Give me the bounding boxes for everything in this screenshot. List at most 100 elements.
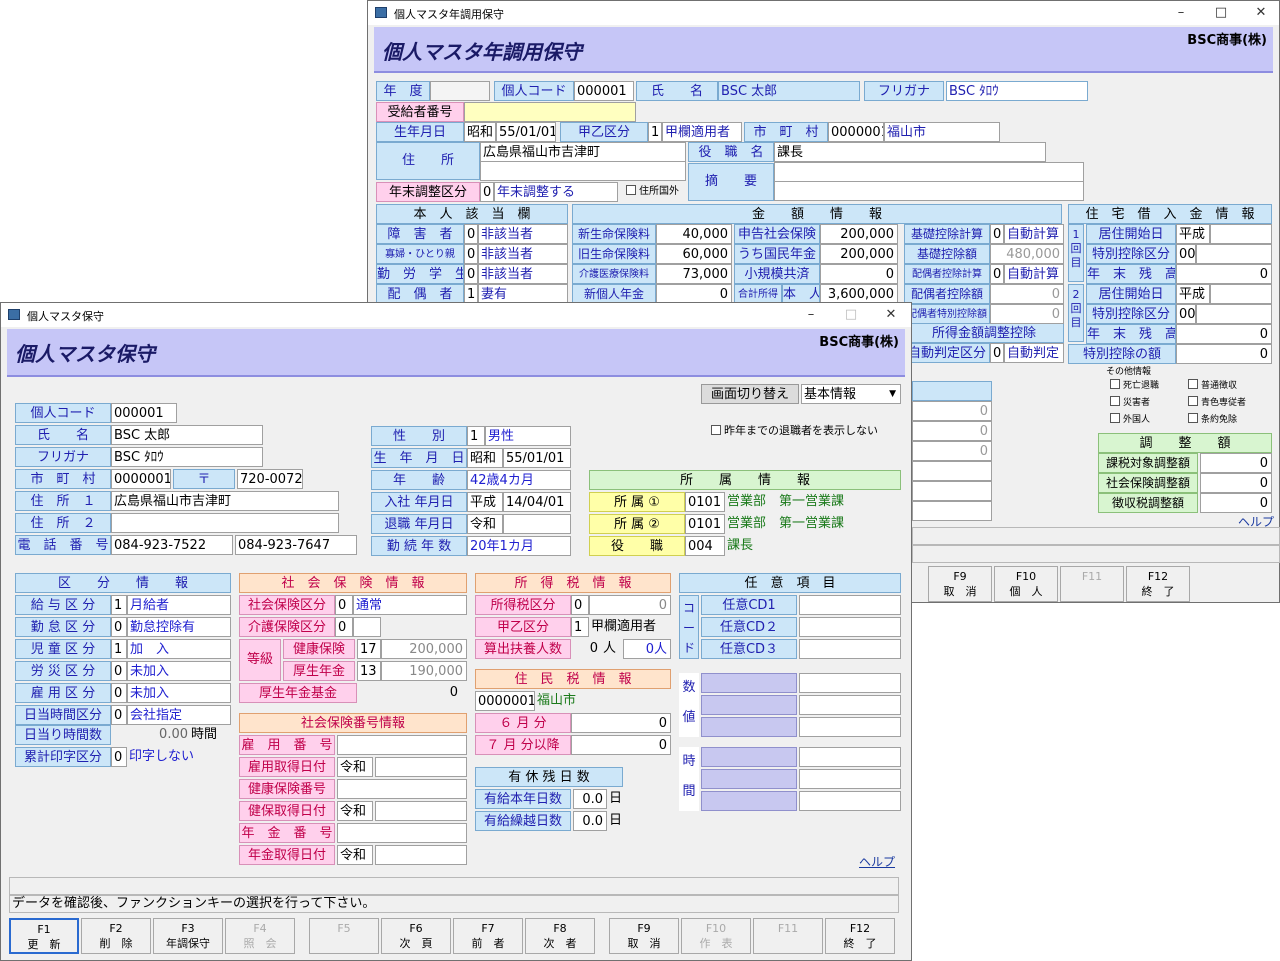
bango-era[interactable]: 令和 — [337, 801, 373, 821]
yakushoku-code[interactable]: 004 — [685, 536, 725, 556]
tekiyo-field-2[interactable] — [774, 181, 1084, 201]
switch-select[interactable]: 基本情報 ▼ — [801, 384, 901, 404]
seinen-era[interactable]: 昭和 — [467, 448, 503, 468]
tel1-field[interactable]: 084-923-7522 — [111, 535, 233, 555]
furigana-field[interactable]: BSC ﾀﾛｳ — [111, 447, 263, 467]
nini-code-value[interactable] — [799, 595, 901, 615]
shi-code[interactable]: 0000001 — [828, 122, 884, 142]
jikan-1[interactable] — [701, 747, 797, 767]
shi-code[interactable]: 0000001 — [111, 469, 171, 489]
jumin6-field[interactable]: 0 — [571, 713, 671, 733]
close-icon[interactable]: ✕ — [1241, 2, 1280, 24]
kingaku-b-value[interactable]: 0 — [820, 264, 898, 284]
kaigo-kubun-num[interactable]: 0 — [335, 617, 353, 637]
suchi-1[interactable] — [701, 673, 797, 693]
kingaku-b-value[interactable]: 200,000 — [820, 224, 898, 244]
fkey-f12[interactable]: F12 終 了 — [1126, 566, 1190, 602]
jikan-3-value[interactable] — [799, 791, 901, 811]
hide-retired-checkbox[interactable]: 昨年までの退職者を表示しない — [711, 421, 897, 441]
shozoku2-code[interactable]: 0101 — [685, 514, 725, 534]
jusho2-field[interactable] — [111, 513, 339, 533]
minimize-icon[interactable]: – — [1161, 2, 1201, 24]
kokugai-checkbox[interactable]: 住所国外 — [626, 182, 706, 202]
seinen-field[interactable]: 55/01/01 — [496, 122, 556, 142]
fkey-f9[interactable]: F9 取 消 — [928, 566, 992, 602]
jidou-num[interactable]: 0 — [990, 343, 1004, 363]
bango-value[interactable] — [375, 845, 467, 865]
kingaku-b-value[interactable]: 3,600,000 — [820, 284, 898, 304]
tokubetsu2-num[interactable]: 00 — [1176, 304, 1196, 324]
kubun-num[interactable]: 0 — [111, 683, 127, 703]
kubun-num[interactable]: 0 — [111, 705, 127, 725]
shaho-kubun-num[interactable]: 0 — [335, 595, 353, 615]
maximize-icon[interactable]: □ — [1201, 2, 1241, 24]
tekiyo-field-1[interactable] — [774, 162, 1084, 182]
suchi-2[interactable] — [701, 695, 797, 715]
chosei-value[interactable]: 0 — [1200, 493, 1272, 513]
yakushoku-field[interactable]: 課長 — [774, 142, 1046, 162]
kaishi2-era[interactable]: 平成 — [1176, 284, 1210, 304]
fkey-f3[interactable]: F3 年調保守 — [153, 918, 223, 954]
suchi-3[interactable] — [701, 717, 797, 737]
nendo-field[interactable] — [430, 81, 490, 101]
kubun-num[interactable]: 0 — [111, 661, 127, 681]
nini-code-value[interactable] — [799, 617, 901, 637]
jusho-field-2[interactable] — [480, 161, 686, 181]
jukyu-field[interactable] — [464, 102, 636, 122]
nini-code-value[interactable] — [799, 639, 901, 659]
zandaka-field[interactable]: 0 — [1176, 264, 1272, 284]
honnin-num[interactable]: 0 — [464, 224, 478, 244]
honnin-num[interactable]: 1 — [464, 284, 478, 304]
shotoku-kubun-num[interactable]: 0 — [571, 595, 589, 615]
fkey-f10[interactable]: F10 個 人 — [994, 566, 1058, 602]
sonota-checkbox[interactable]: 条約免除 — [1188, 411, 1266, 431]
front-help-link[interactable]: ヘルプ — [859, 853, 895, 870]
jusho-field-1[interactable]: 広島県福山市吉津町 — [480, 142, 686, 162]
jikan-field[interactable]: 0.00 — [111, 725, 191, 745]
kubun-num[interactable]: 0 — [111, 617, 127, 637]
kojin-code-field[interactable]: 000001 — [111, 403, 177, 423]
kingaku-b-value[interactable]: 200,000 — [820, 244, 898, 264]
kaishi-era[interactable]: 平成 — [1176, 224, 1210, 244]
chosei-value[interactable]: 0 — [1200, 453, 1272, 473]
fkey-f1[interactable]: F1 更 新 — [9, 918, 79, 954]
kikin-field[interactable]: 0 — [357, 683, 461, 703]
yukyu2-field[interactable]: 0.0 — [573, 811, 607, 831]
nyusha-field[interactable]: 14/04/01 — [503, 492, 571, 512]
jusho1-field[interactable]: 広島県福山市吉津町 — [111, 491, 339, 511]
bango-value[interactable] — [337, 823, 467, 843]
nyusha-era[interactable]: 平成 — [467, 492, 503, 512]
nenmatsu-num[interactable]: 0 — [480, 182, 494, 202]
shozoku1-code[interactable]: 0101 — [685, 492, 725, 512]
bango-era[interactable]: 令和 — [337, 757, 373, 777]
seinen-era[interactable]: 昭和 — [464, 122, 496, 142]
jikan-2[interactable] — [701, 769, 797, 789]
bango-value[interactable] — [337, 779, 467, 799]
kingaku-a-value[interactable]: 0 — [656, 284, 732, 304]
fkey-f9[interactable]: F9 取 消 — [609, 918, 679, 954]
suchi-3-value[interactable] — [799, 717, 901, 737]
fkey-f6[interactable]: F6 次 頁 — [381, 918, 451, 954]
taishoku-field[interactable] — [503, 514, 571, 534]
kouotsu-num[interactable]: 1 — [648, 122, 662, 142]
kubun-num[interactable]: 1 — [111, 639, 127, 659]
bango-value[interactable] — [375, 757, 467, 777]
kubun-num[interactable]: 1 — [111, 595, 127, 615]
fkey-f12[interactable]: F12 終 了 — [825, 918, 895, 954]
honnin-num[interactable]: 0 — [464, 244, 478, 264]
tokubetsu-num[interactable]: 00 — [1176, 244, 1196, 264]
shimei-field[interactable]: BSC 太郎 — [718, 81, 860, 101]
jikan-1-value[interactable] — [799, 747, 901, 767]
kojin-code-field[interactable]: 000001 — [574, 81, 634, 101]
honnin-num[interactable]: 0 — [464, 264, 478, 284]
fuyo-num[interactable]: 0 — [571, 639, 601, 659]
jikan-2-value[interactable] — [799, 769, 901, 789]
sei-num[interactable]: 1 — [467, 426, 485, 446]
kingaku-a-value[interactable]: 60,000 — [656, 244, 732, 264]
furigana-field[interactable]: BSC ﾀﾛｳ — [946, 81, 1088, 101]
shimei-field[interactable]: BSC 太郎 — [111, 425, 263, 445]
kenpo-num[interactable]: 17 — [357, 639, 381, 659]
jumin7-field[interactable]: 0 — [571, 735, 671, 755]
kosei-num[interactable]: 13 — [357, 661, 381, 681]
jumin-code[interactable]: 0000001 — [475, 691, 535, 711]
